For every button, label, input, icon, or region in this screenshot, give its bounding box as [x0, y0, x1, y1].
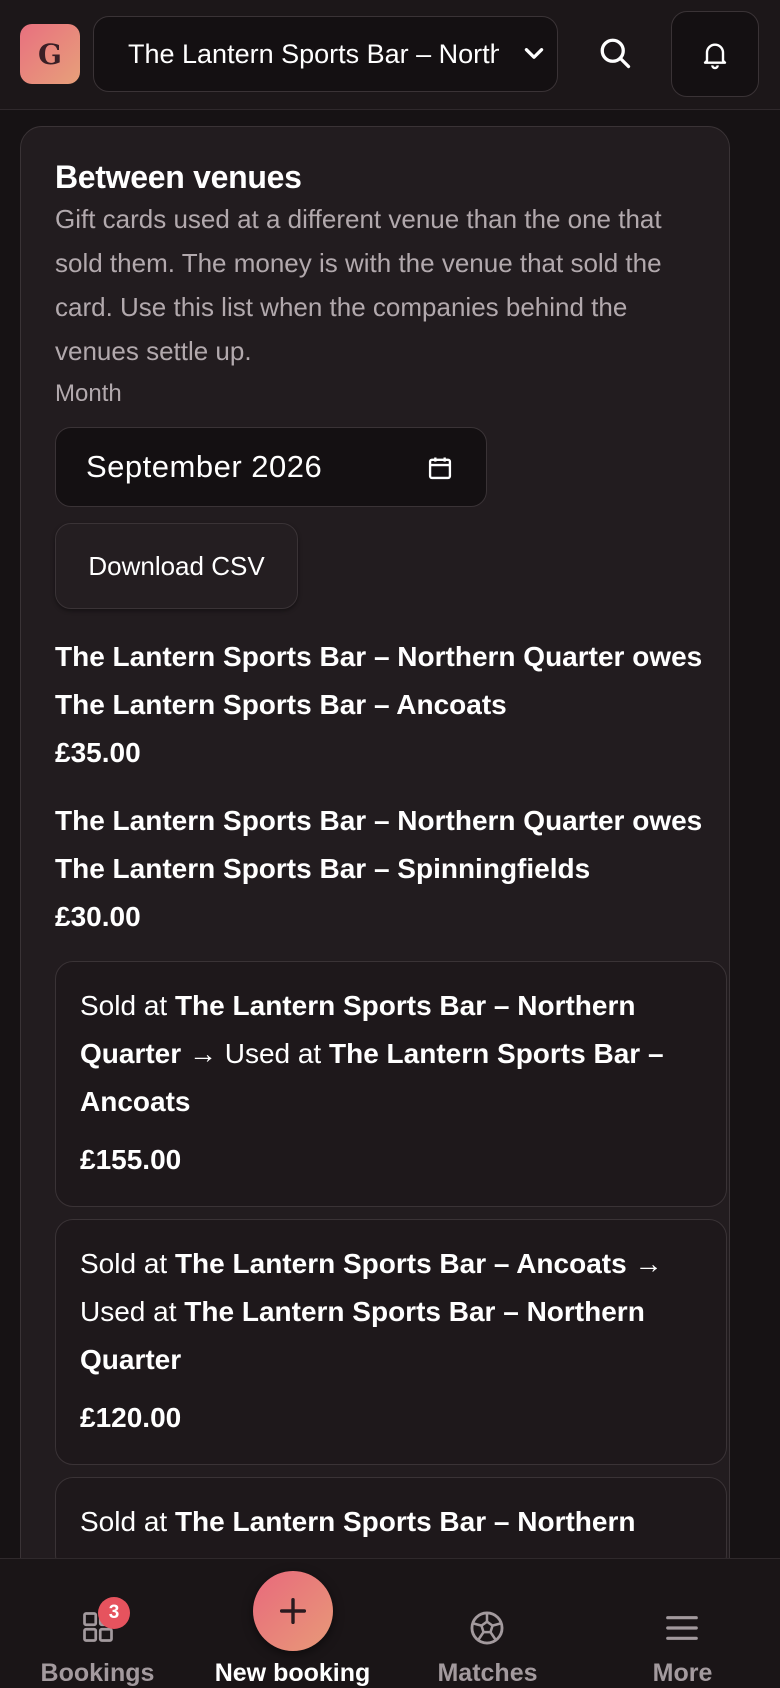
summary-debtor: The Lantern Sports Bar – Northern Quarte… [55, 641, 625, 672]
chevron-down-icon [524, 48, 544, 59]
bell-icon [703, 43, 727, 70]
summary-creditor: The Lantern Sports Bar – Ancoats [55, 689, 507, 720]
nav-matches-label: Matches [437, 1659, 538, 1687]
transaction-route: Sold at The Lantern Sports Bar – Norther… [80, 1498, 702, 1546]
settlement-summary: The Lantern Sports Bar – Northern Quarte… [55, 633, 727, 941]
calendar-icon[interactable] [426, 454, 454, 482]
sold-prefix: Sold at [80, 990, 168, 1021]
new-booking-fab[interactable] [253, 1571, 333, 1651]
transaction-card: Sold at The Lantern Sports Bar – Norther… [55, 961, 727, 1207]
bottom-nav: 3 Bookings New booking Matches More [0, 1558, 780, 1688]
section-description: Gift cards used at a different venue tha… [55, 204, 662, 366]
between-venues-card: Between venues Gift cards used at a diff… [20, 126, 730, 1688]
football-icon [470, 1611, 504, 1645]
used-prefix: → Used at [188, 1038, 322, 1069]
transaction-route: Sold at The Lantern Sports Bar – Norther… [80, 982, 702, 1126]
transaction-amount: £120.00 [80, 1402, 182, 1433]
month-input[interactable]: September 2026 [55, 427, 487, 507]
summary-amount: £35.00 [55, 737, 141, 768]
venue-select[interactable]: The Lantern Sports Bar – Northern Quarte… [93, 16, 558, 92]
sold-prefix: Sold at [80, 1506, 168, 1537]
transaction-card: Sold at The Lantern Sports Bar – Ancoats… [55, 1219, 727, 1465]
transaction-amount: £155.00 [80, 1144, 182, 1175]
app-logo[interactable]: G [20, 24, 80, 84]
summary-creditor: The Lantern Sports Bar – Spinningfields [55, 853, 591, 884]
search-button[interactable] [592, 30, 638, 76]
summary-owes: owes [632, 641, 703, 672]
download-csv-button[interactable]: Download CSV [55, 523, 298, 609]
sold-venue: The Lantern Sports Bar – Ancoats [174, 1248, 627, 1279]
nav-more[interactable]: More [585, 1559, 780, 1688]
bookings-count-badge: 3 [98, 1597, 130, 1629]
notifications-button[interactable] [671, 11, 759, 97]
summary-owes: owes [632, 805, 703, 836]
search-icon [600, 38, 631, 69]
menu-icon [666, 1616, 698, 1640]
nav-bookings[interactable]: 3 Bookings [0, 1559, 195, 1688]
logo-letter: G [38, 37, 62, 71]
nav-bookings-label: Bookings [40, 1659, 155, 1687]
nav-new-booking-label: New booking [214, 1659, 371, 1687]
month-input-value: September 2026 [86, 449, 323, 484]
nav-matches[interactable]: Matches [390, 1559, 585, 1688]
summary-amount: £30.00 [55, 901, 141, 932]
sold-venue: The Lantern Sports Bar – Northern [174, 1506, 636, 1537]
top-header: G The Lantern Sports Bar – Northern Quar… [0, 0, 780, 110]
section-title: Between venues [55, 159, 302, 195]
summary-debtor: The Lantern Sports Bar – Northern Quarte… [55, 805, 625, 836]
nav-new-booking[interactable]: New booking [195, 1559, 390, 1688]
summary-item: The Lantern Sports Bar – Northern Quarte… [55, 633, 735, 777]
transaction-route: Sold at The Lantern Sports Bar – Ancoats… [80, 1240, 702, 1384]
nav-more-label: More [652, 1659, 713, 1687]
venue-select-value: The Lantern Sports Bar – Northern Quarte… [128, 38, 499, 69]
sold-prefix: Sold at [80, 1248, 168, 1279]
plus-icon [279, 1597, 307, 1625]
month-label: Month [55, 380, 122, 407]
summary-item: The Lantern Sports Bar – Northern Quarte… [55, 797, 735, 941]
